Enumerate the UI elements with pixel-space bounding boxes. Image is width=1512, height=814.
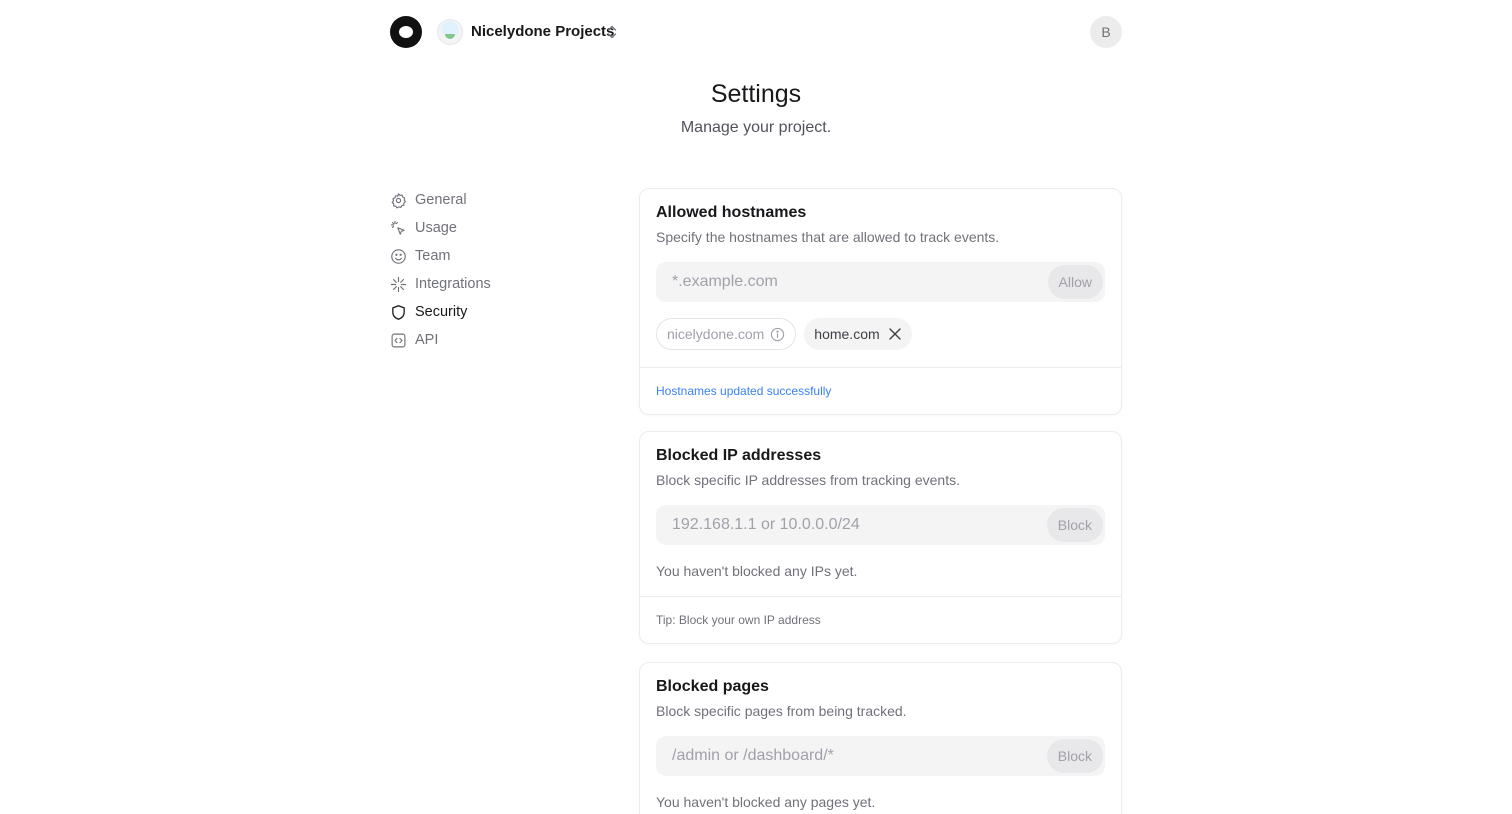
settings-sidebar: General Usage Team Integrations Security (390, 186, 590, 354)
close-icon[interactable] (888, 327, 902, 341)
cursor-click-icon (390, 220, 405, 235)
hostname-input-group: Allow (656, 262, 1105, 302)
card-title: Blocked pages (656, 678, 769, 695)
sidebar-item-general[interactable]: General (390, 186, 590, 214)
card-description: Block specific pages from being tracked. (656, 703, 907, 719)
chip-label: nicelydone.com (667, 326, 765, 342)
page-input-group: Block (656, 736, 1105, 776)
sidebar-item-api[interactable]: API (390, 326, 590, 354)
page-title: Settings (710, 80, 802, 108)
sidebar-item-team[interactable]: Team (390, 242, 590, 270)
card-title: Blocked IP addresses (656, 447, 822, 464)
blocked-ips-card: Blocked IP addresses Block specific IP a… (639, 431, 1122, 644)
card-footer: Tip: Block your own IP address (640, 596, 1121, 643)
top-bar: Nicelydone Projects B (390, 16, 1122, 48)
card-description: Block specific IP addresses from trackin… (656, 472, 960, 488)
sidebar-item-security[interactable]: Security (390, 298, 590, 326)
card-title: Allowed hostnames (656, 204, 807, 221)
sidebar-item-label: Usage (415, 220, 457, 236)
card-description: Specify the hostnames that are allowed t… (656, 229, 1000, 245)
page-path-input[interactable] (656, 736, 1041, 776)
block-ip-button[interactable]: Block (1046, 508, 1103, 542)
info-icon[interactable] (770, 327, 785, 342)
chevron-up-down-icon[interactable] (605, 24, 619, 40)
app-logo-icon[interactable] (390, 16, 422, 48)
sidebar-item-usage[interactable]: Usage (390, 214, 590, 242)
sparkle-icon (390, 276, 407, 292)
smiley-icon (391, 248, 406, 264)
success-message: Hostnames updated successfully (656, 384, 832, 398)
sidebar-item-label: Integrations (415, 276, 491, 292)
hostname-chip-default: nicelydone.com (656, 318, 797, 350)
card-footer: Hostnames updated successfully (640, 367, 1121, 414)
allow-button[interactable]: Allow (1047, 265, 1103, 299)
blocked-pages-card: Blocked pages Block specific pages from … (639, 662, 1122, 814)
hostname-chip: home.com (804, 318, 912, 350)
code-brackets-icon (391, 333, 406, 347)
chip-label: home.com (814, 326, 880, 342)
page-subtitle: Manage your project. (680, 119, 832, 136)
hostname-input[interactable] (656, 262, 1041, 302)
sidebar-item-label: API (415, 332, 439, 348)
block-page-button[interactable]: Block (1046, 739, 1103, 773)
empty-state-text: You haven't blocked any pages yet. (656, 794, 876, 810)
user-avatar[interactable]: B (1090, 16, 1122, 48)
empty-state-text: You haven't blocked any IPs yet. (656, 563, 858, 579)
gear-icon (391, 192, 407, 209)
ip-input-group: Block (656, 505, 1105, 545)
sidebar-item-label: Security (415, 304, 468, 320)
sidebar-item-integrations[interactable]: Integrations (390, 270, 590, 298)
sidebar-item-label: General (415, 192, 467, 208)
allowed-hostnames-card: Allowed hostnames Specify the hostnames … (639, 188, 1122, 415)
sidebar-item-label: Team (415, 248, 451, 264)
project-name[interactable]: Nicelydone Projects (471, 23, 614, 40)
tip-text: Tip: Block your own IP address (656, 613, 821, 627)
shield-icon (392, 304, 405, 320)
hostname-chips: nicelydone.com home.com (656, 318, 1105, 350)
project-avatar[interactable] (437, 19, 463, 45)
ip-input[interactable] (656, 505, 1041, 545)
